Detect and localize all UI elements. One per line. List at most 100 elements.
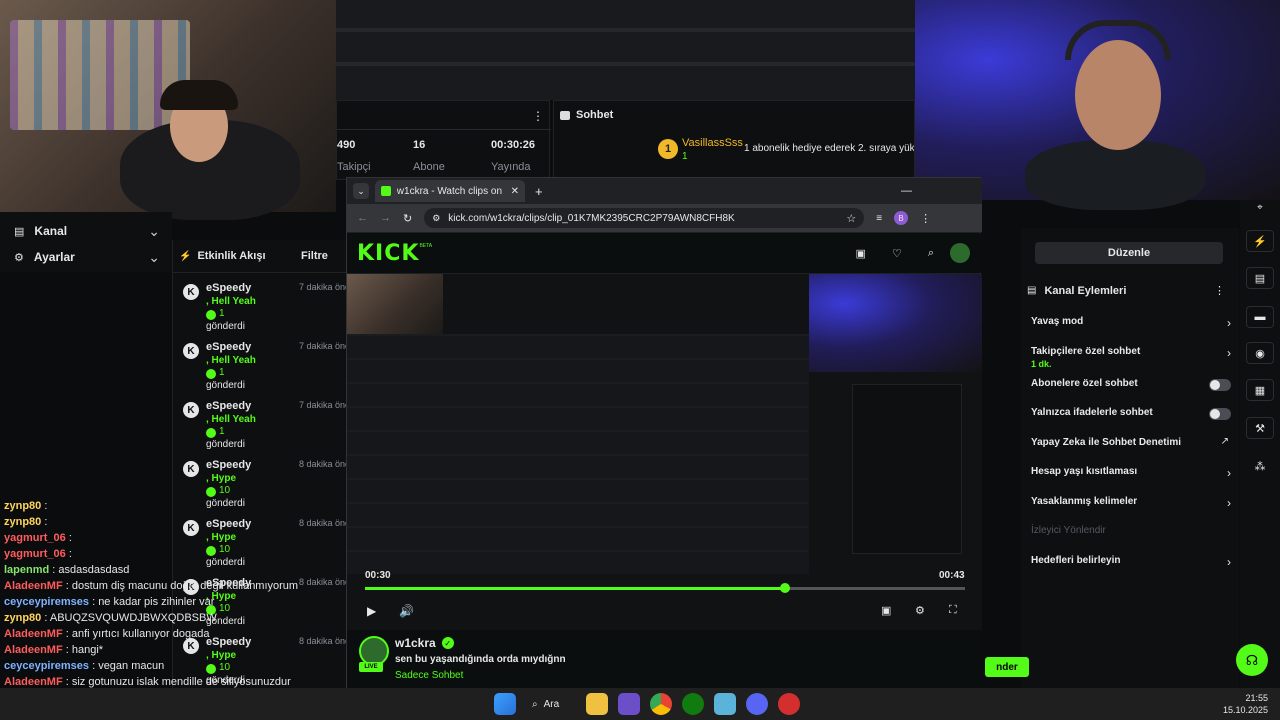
chrome-icon[interactable] [650,693,672,715]
chat-username[interactable]: AladeenMF [4,628,63,640]
chevron-down-icon: ⌄ [148,248,160,265]
heart-icon[interactable]: ♡ [892,247,902,260]
chevron-down-icon: ⌄ [148,222,160,239]
category-link[interactable]: Sadece Sohbet [395,670,463,681]
kick-k-icon: K [183,461,199,477]
minimize-icon[interactable]: — [901,185,912,197]
close-tab-icon[interactable]: ✕ [511,186,519,197]
activity-user[interactable]: eSpeedy [206,282,251,294]
chat-text: : anfi yırtıcı kullanıyor dogada [65,628,210,640]
progress-bar[interactable] [365,583,965,593]
activity-user[interactable]: eSpeedy [206,459,251,471]
windows-start-icon[interactable] [494,693,516,715]
user-avatar[interactable] [950,243,970,263]
forward-icon[interactable]: → [380,212,391,224]
activity-sent: gönderdi [206,380,245,391]
lightning-icon[interactable]: ⚡ [1246,230,1274,252]
chat-username[interactable]: AladeenMF [4,580,63,592]
volume-icon[interactable]: 🔊 [399,604,414,618]
kicks-icon [206,428,216,438]
play-icon[interactable]: ▶ [367,604,376,618]
broadcast-icon[interactable]: ◉ [1246,342,1274,364]
settings-icon[interactable]: ⚙ [915,604,925,617]
chevron-right-icon: › [1227,466,1231,480]
toggle-switch[interactable] [1209,378,1231,391]
fullscreen-icon[interactable]: ⛶ [949,604,957,617]
activity-time: 8 dakika önce [299,518,347,528]
channel-action-item[interactable]: Yapay Zeka ile Sohbet Denetimi ↗ [1031,433,1231,463]
chat-username[interactable]: ceyceypiremses [4,660,89,672]
activity-amount: 1 [219,426,225,437]
channel-action-item[interactable]: Takipçilere özel sohbet 1 dk. › [1031,342,1231,374]
channel-action-item[interactable]: Hedefleri belirleyin › [1031,551,1231,581]
section-title: Kanal Eylemleri [1044,284,1127,297]
channel-action-item[interactable]: Yalnızca ifadelerle sohbet [1031,403,1231,433]
chat-username[interactable]: AladeenMF [4,676,63,688]
new-tab-icon[interactable]: + [535,184,543,199]
clock-time: 21:55 [1245,693,1268,703]
channel-action-item[interactable]: Hesap yaşı kısıtlaması › [1031,462,1231,492]
chat-username[interactable]: AladeenMF [4,644,63,656]
xbox-icon[interactable] [682,693,704,715]
toggle-switch[interactable] [1209,408,1231,420]
browser-tab[interactable]: w1ckra - Watch clips on Kick ✕ [375,180,525,202]
video-player[interactable]: 00:30 00:43 ▶ 🔊 ▣ ⚙ ⛶ [347,274,982,630]
chat-username[interactable]: zynp80 [4,612,41,624]
chat-username[interactable]: zynp80 [4,500,41,512]
progress-knob[interactable] [780,583,790,593]
wrench-icon[interactable]: ⚒ [1246,417,1274,439]
activity-time: 7 dakika önce [299,400,347,410]
streamer-name[interactable]: w1ckra [395,636,436,650]
kick-logo[interactable]: KICK [357,241,419,266]
streamer2-body [1025,140,1205,210]
more-icon[interactable]: ⋮ [1214,284,1225,297]
apps-icon[interactable]: ⁂ [1246,455,1274,477]
chat-username[interactable]: yagmurt_06 [4,548,66,560]
profile-avatar[interactable]: B [894,211,909,225]
send-button[interactable]: nder [985,657,1029,677]
chat-username[interactable]: ceyceypiremses [4,596,89,608]
video-dashboard [347,334,809,574]
activity-user[interactable]: eSpeedy [206,341,251,353]
address-bar[interactable]: ⚙ kick.com/w1ckra/clips/clip_01K7MK2395C… [424,208,865,228]
tab-list-icon[interactable]: ⌄ [353,183,369,199]
channel-action-item[interactable]: Yasaklanmış kelimeler › [1031,492,1231,522]
filter-button[interactable]: Filtre [301,250,328,262]
menu-settings[interactable]: ⚙ Ayarlar ⌄ [14,244,160,270]
activity-title: Etkinlik Akışı [197,250,266,262]
activity-user[interactable]: eSpeedy [206,400,251,412]
more-icon[interactable]: ⋮ [531,109,545,123]
stream-stats: ⋮ 490 Takipçi 16 Abone 00:30:26 Yayında [336,100,551,180]
channel-action-item[interactable]: Yavaş mod › [1031,312,1231,342]
app-icon-3[interactable] [778,693,800,715]
taskbar-search[interactable]: ⌕ Ara [526,693,576,715]
file-explorer-icon[interactable] [586,693,608,715]
reload-icon[interactable]: ↻ [403,212,412,225]
chat-username[interactable]: zynp80 [4,516,41,528]
clip-library-icon[interactable]: ▣ [856,247,866,260]
app-icon-1[interactable] [618,693,640,715]
clipboard-icon[interactable]: ▤ [1246,267,1274,289]
taskbar: ⌕ Ara 21:55 15.10.2025 [0,688,1280,720]
discord-icon[interactable] [746,693,768,715]
chat-text: : hangi* [65,644,104,656]
chat-username[interactable]: yagmurt_06 [4,532,66,544]
chat-username[interactable]: lapenmd [4,564,49,576]
subs-value: 16 [413,139,426,151]
channel-action-item[interactable]: Abonelere özel sohbet [1031,374,1231,404]
search-icon[interactable]: ⌕ [928,247,934,260]
pip-icon[interactable]: ▣ [881,604,891,617]
app-icon-2[interactable] [714,693,736,715]
pin-icon[interactable]: ⌖ [1252,200,1268,214]
browser-menu-icon[interactable]: ⋮ [920,212,931,225]
edit-button[interactable]: Düzenle [1035,242,1223,264]
bookmark-icon[interactable]: ☆ [846,212,856,225]
media-icon[interactable]: ≡ [876,213,882,224]
chat-bubble-icon[interactable]: ▬ [1246,306,1274,328]
video-webcam-right [809,274,982,372]
layout-icon[interactable]: ▦ [1246,379,1274,401]
support-icon[interactable]: ☊ [1236,644,1268,676]
site-info-icon[interactable]: ⚙ [432,213,440,224]
menu-channel[interactable]: ▤ Kanal ⌄ [14,218,160,244]
back-icon[interactable]: ← [357,212,368,224]
